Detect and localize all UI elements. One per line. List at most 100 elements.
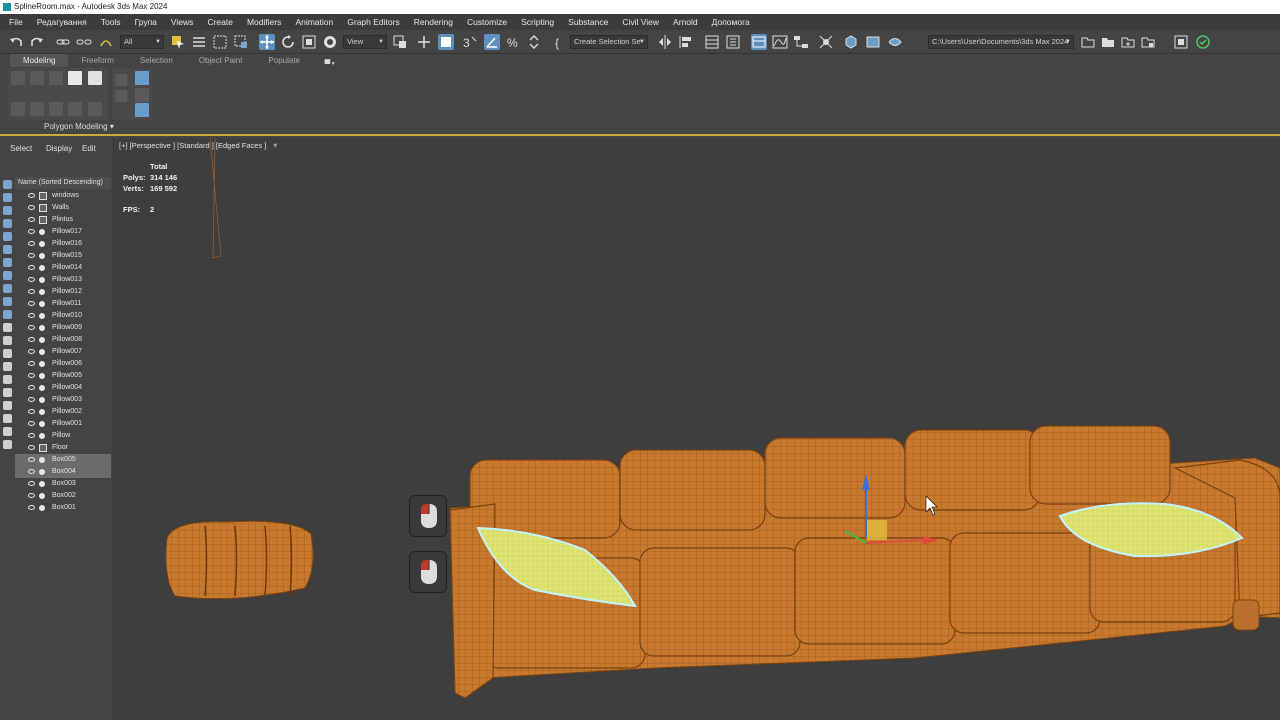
- visibility-eye-icon[interactable]: [28, 385, 35, 390]
- scene-list-item[interactable]: Pillow015: [15, 250, 111, 262]
- particles-filter-icon[interactable]: [3, 310, 12, 319]
- ribbon-tab-object-paint[interactable]: Object Paint: [186, 54, 256, 67]
- explorer-menu-display[interactable]: Display: [36, 142, 72, 156]
- scene-list-item[interactable]: Pillow008: [15, 334, 111, 346]
- menu-item-5[interactable]: Create: [200, 14, 240, 30]
- visibility-eye-icon[interactable]: [28, 445, 35, 450]
- display-all-icon[interactable]: [3, 323, 12, 332]
- scene-list-item[interactable]: Pillow003: [15, 394, 111, 406]
- menu-item-0[interactable]: File: [2, 14, 30, 30]
- scene-list-item[interactable]: Box003: [15, 478, 111, 490]
- link-icon[interactable]: [55, 34, 71, 50]
- scene-list-item[interactable]: Pillow002: [15, 406, 111, 418]
- show-end-result-icon[interactable]: [135, 71, 149, 85]
- ribbon-tab-populate[interactable]: Populate: [255, 54, 313, 67]
- ribbon-options-icon[interactable]: ▾: [323, 54, 343, 67]
- snaps-toggle-icon[interactable]: 3: [462, 34, 478, 50]
- undo-icon[interactable]: [8, 34, 24, 50]
- mirror-icon[interactable]: [657, 34, 673, 50]
- ribbon-tab-selection[interactable]: Selection: [127, 54, 186, 67]
- visibility-eye-icon[interactable]: [28, 421, 35, 426]
- rectangular-selection-icon[interactable]: [212, 34, 228, 50]
- selection-sets-icon[interactable]: [3, 401, 12, 410]
- find-icon[interactable]: [3, 440, 12, 449]
- menu-item-3[interactable]: Група: [128, 14, 164, 30]
- project-settings-icon[interactable]: [1140, 34, 1156, 50]
- select-object-icon[interactable]: [170, 34, 186, 50]
- visibility-eye-icon[interactable]: [28, 361, 35, 366]
- scene-list-item[interactable]: Pillow006: [15, 358, 111, 370]
- collapse-stack-icon[interactable]: [88, 102, 102, 116]
- menu-item-13[interactable]: Civil View: [615, 14, 666, 30]
- visibility-eye-icon[interactable]: [28, 241, 35, 246]
- helpers-filter-icon[interactable]: [3, 245, 12, 254]
- visibility-eye-icon[interactable]: [28, 277, 35, 282]
- visibility-eye-icon[interactable]: [28, 481, 35, 486]
- visibility-eye-icon[interactable]: [28, 337, 35, 342]
- edge-mode-icon[interactable]: [30, 71, 44, 85]
- visibility-eye-icon[interactable]: [28, 397, 35, 402]
- scene-list-item[interactable]: Pillow004: [15, 382, 111, 394]
- select-manipulate-icon[interactable]: [416, 34, 432, 50]
- viewport-label[interactable]: [+] [Perspective ] [Standard ] [Edged Fa…: [119, 141, 279, 150]
- nav-up-icon[interactable]: [115, 90, 127, 102]
- sync-status-icon[interactable]: [1173, 34, 1189, 50]
- element-mode-icon[interactable]: [88, 71, 102, 85]
- material-editor-icon[interactable]: [818, 34, 834, 50]
- vertex-mode-icon[interactable]: [11, 71, 25, 85]
- schematic-view-icon[interactable]: [793, 34, 809, 50]
- geometry-filter-icon[interactable]: [3, 193, 12, 202]
- rendered-frame-window-icon[interactable]: [865, 34, 881, 50]
- scene-list-item[interactable]: Box005: [15, 454, 111, 466]
- scene-list-item[interactable]: Box001: [15, 502, 111, 514]
- visibility-eye-icon[interactable]: [28, 325, 35, 330]
- scene-list-item[interactable]: Pillow016: [15, 238, 111, 250]
- scene-list-item[interactable]: Pillow005: [15, 370, 111, 382]
- menu-item-14[interactable]: Arnold: [666, 14, 705, 30]
- menu-item-9[interactable]: Rendering: [407, 14, 460, 30]
- visibility-eye-icon[interactable]: [28, 217, 35, 222]
- visibility-eye-icon[interactable]: [28, 289, 35, 294]
- place-icon[interactable]: [322, 34, 338, 50]
- visibility-eye-icon[interactable]: [28, 457, 35, 462]
- make-unique-icon[interactable]: [135, 103, 149, 117]
- open-folder-icon[interactable]: [1080, 34, 1096, 50]
- menu-item-7[interactable]: Animation: [288, 14, 340, 30]
- menu-item-1[interactable]: Редагування: [30, 14, 94, 30]
- visibility-eye-icon[interactable]: [28, 433, 35, 438]
- visibility-eye-icon[interactable]: [28, 265, 35, 270]
- layer-explorer-icon[interactable]: [725, 34, 741, 50]
- scene-list-item[interactable]: Pillow011: [15, 298, 111, 310]
- name-column-header[interactable]: Name (Sorted Descending): [15, 177, 111, 189]
- scale-icon[interactable]: [301, 34, 317, 50]
- visibility-eye-icon[interactable]: [28, 505, 35, 510]
- edit-named-selection-icon[interactable]: {: [552, 34, 568, 50]
- hierarchy-icon[interactable]: [3, 388, 12, 397]
- visibility-eye-icon[interactable]: [28, 349, 35, 354]
- render-production-icon[interactable]: [887, 34, 903, 50]
- scene-list-item[interactable]: Pillow013: [15, 274, 111, 286]
- scene-list-item[interactable]: Pillow007: [15, 346, 111, 358]
- window-crossing-icon[interactable]: [233, 34, 249, 50]
- shapes-filter-icon[interactable]: [3, 206, 12, 215]
- perspective-viewport[interactable]: [+] [Perspective ] [Standard ] [Edged Fa…: [115, 138, 1280, 720]
- visibility-eye-icon[interactable]: [28, 493, 35, 498]
- hide-icon[interactable]: [3, 336, 12, 345]
- move-icon[interactable]: [259, 34, 275, 50]
- selection-filter-dropdown[interactable]: All ▼: [120, 35, 164, 49]
- polygon-mode-icon[interactable]: [68, 71, 82, 85]
- menu-item-12[interactable]: Substance: [561, 14, 615, 30]
- sort-icon[interactable]: [3, 362, 12, 371]
- scene-list-item[interactable]: windows: [15, 190, 111, 202]
- layers-icon[interactable]: [3, 375, 12, 384]
- nav-down-icon[interactable]: [135, 88, 149, 102]
- xrefs-filter-icon[interactable]: [3, 284, 12, 293]
- sub-object-icon[interactable]: [30, 102, 44, 116]
- angle-snap-icon[interactable]: [484, 34, 500, 50]
- scene-list-item[interactable]: Box002: [15, 490, 111, 502]
- scene-explorer-toggle-icon[interactable]: [704, 34, 720, 50]
- visibility-eye-icon[interactable]: [28, 373, 35, 378]
- polygon-modeling-label[interactable]: Polygon Modeling ▾: [44, 122, 114, 131]
- scene-list-item[interactable]: Pillow001: [15, 418, 111, 430]
- lights-filter-icon[interactable]: [3, 219, 12, 228]
